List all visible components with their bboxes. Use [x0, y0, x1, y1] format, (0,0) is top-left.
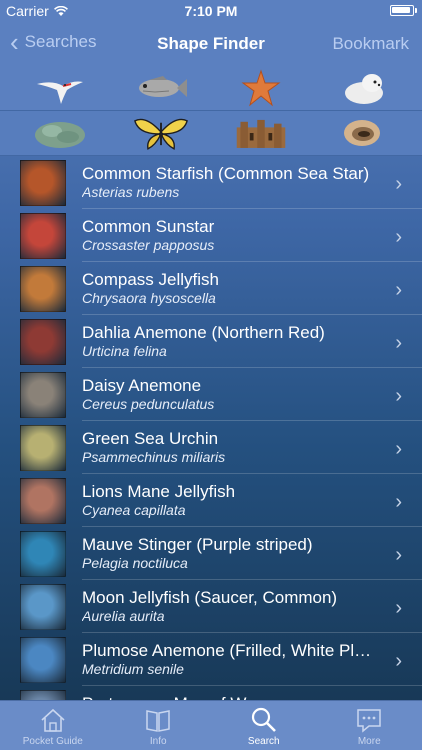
bookmark-button[interactable]: Bookmark	[332, 34, 409, 54]
species-thumbnail	[20, 265, 66, 312]
species-common-name: Common Sunstar	[82, 217, 215, 236]
tab-info[interactable]: Info	[106, 701, 212, 750]
navigation-bar: ‹ Searches Shape Finder Bookmark	[0, 22, 422, 66]
species-thumbnail	[20, 636, 66, 683]
list-item[interactable]: Common Sunstar Crossaster papposus ›	[0, 209, 422, 262]
list-item[interactable]: Lions Mane Jellyfish Cyanea capillata ›	[0, 474, 422, 527]
list-item-texts: Moon Jellyfish (Saucer, Common) Aurelia a…	[82, 588, 380, 625]
tab-bar: Pocket Guide Info Search More	[0, 700, 422, 750]
fish-shape-icon[interactable]	[133, 69, 189, 107]
list-item-texts: Common Sunstar Crossaster papposus	[82, 217, 380, 254]
species-common-name: Daisy Anemone	[82, 376, 202, 395]
tab-search[interactable]: Search	[211, 701, 317, 750]
list-item-texts: Common Starfish (Common Sea Star) Asteria…	[82, 164, 380, 201]
seaweed-shape-icon[interactable]	[32, 114, 88, 152]
seal-shape-icon[interactable]	[334, 69, 390, 107]
list-item[interactable]: Plumose Anemone (Frilled, White Pl… Metri…	[0, 633, 422, 686]
species-thumbnail	[20, 212, 66, 259]
list-item-texts: Compass Jellyfish Chrysaora hysoscella	[82, 270, 380, 307]
species-list: Common Starfish (Common Sea Star) Asteria…	[0, 156, 422, 700]
species-common-name: Common Starfish (Common Sea Star)	[82, 164, 370, 183]
list-item[interactable]: Dahlia Anemone (Northern Red) Urticina fe…	[0, 315, 422, 368]
list-item[interactable]: Daisy Anemone Cereus pedunculatus ›	[0, 368, 422, 421]
species-thumbnail	[20, 424, 66, 471]
tab-more[interactable]: More	[317, 701, 422, 750]
list-item-texts: Green Sea Urchin Psammechinus miliaris	[82, 429, 380, 466]
back-label: Searches	[24, 32, 97, 51]
species-common-name: Mauve Stinger (Purple striped)	[82, 535, 313, 554]
list-item[interactable]: Common Starfish (Common Sea Star) Asteria…	[0, 156, 422, 209]
species-common-name: Dahlia Anemone (Northern Red)	[82, 323, 325, 342]
home-icon	[41, 708, 65, 732]
species-latin-name: Pelagia noctiluca	[82, 555, 188, 571]
species-common-name: Compass Jellyfish	[82, 270, 219, 289]
list-item[interactable]: Moon Jellyfish (Saucer, Common) Aurelia a…	[0, 580, 422, 633]
species-thumbnail	[20, 530, 66, 577]
species-latin-name: Chrysaora hysoscella	[82, 290, 216, 306]
species-latin-name: Cereus pedunculatus	[82, 396, 215, 412]
building-shape-icon[interactable]	[233, 114, 289, 152]
status-time: 7:10 PM	[184, 3, 238, 19]
chevron-right-icon: ›	[395, 491, 402, 513]
list-item[interactable]: Compass Jellyfish Chrysaora hysoscella ›	[0, 262, 422, 315]
species-thumbnail	[20, 371, 66, 418]
species-latin-name: Metridium senile	[82, 661, 184, 677]
list-item-texts: Mauve Stinger (Purple striped) Pelagia no…	[82, 535, 380, 572]
list-item-texts: Plumose Anemone (Frilled, White Pl… Metri…	[82, 641, 380, 678]
list-item-texts: Lions Mane Jellyfish Cyanea capillata	[82, 482, 380, 519]
tab-label: Pocket Guide	[22, 736, 83, 747]
species-common-name: Lions Mane Jellyfish	[82, 482, 236, 501]
shape-filter-row-1	[0, 66, 422, 110]
tab-label: More	[357, 736, 381, 747]
battery-icon	[390, 5, 417, 16]
species-thumbnail	[20, 689, 66, 700]
bird-shape-icon[interactable]	[32, 69, 88, 107]
starfish-shape-icon[interactable]	[233, 69, 289, 107]
species-latin-name: Psammechinus miliaris	[82, 449, 226, 465]
species-thumbnail	[20, 318, 66, 365]
book-icon	[146, 710, 170, 732]
chevron-right-icon: ›	[395, 438, 402, 460]
tab-pocket-guide[interactable]: Pocket Guide	[0, 701, 106, 750]
chevron-right-icon: ›	[395, 332, 402, 354]
species-common-name: Green Sea Urchin	[82, 429, 219, 448]
butterfly-shape-icon[interactable]	[133, 114, 189, 152]
more-icon	[357, 709, 381, 733]
species-latin-name: Asterias rubens	[82, 184, 180, 200]
list-item-texts: Dahlia Anemone (Northern Red) Urticina fe…	[82, 323, 380, 360]
species-thumbnail	[20, 583, 66, 630]
species-thumbnail	[20, 477, 66, 524]
chevron-right-icon: ›	[395, 279, 402, 301]
status-bar: Carrier 7:10 PM	[0, 0, 422, 22]
search-icon	[251, 707, 276, 732]
shape-filter-row-2	[0, 111, 422, 155]
species-common-name: Moon Jellyfish (Saucer, Common)	[82, 588, 338, 607]
species-latin-name: Aurelia aurita	[82, 608, 165, 624]
chevron-right-icon: ›	[395, 226, 402, 248]
chevron-right-icon: ›	[395, 544, 402, 566]
list-item[interactable]: Portuguese Man of WarPhysalia physalis›	[0, 686, 422, 700]
chevron-right-icon: ›	[395, 173, 402, 195]
chevron-left-icon: ‹	[10, 27, 19, 57]
back-button[interactable]: ‹ Searches	[10, 27, 97, 57]
species-latin-name: Urticina felina	[82, 343, 167, 359]
tab-label: Search	[247, 736, 280, 747]
species-latin-name: Cyanea capillata	[82, 502, 186, 518]
chevron-right-icon: ›	[395, 597, 402, 619]
tab-label: Info	[149, 736, 167, 747]
chevron-right-icon: ›	[395, 650, 402, 672]
list-item[interactable]: Mauve Stinger (Purple striped) Pelagia no…	[0, 527, 422, 580]
shell-shape-icon[interactable]	[334, 114, 390, 152]
chevron-right-icon: ›	[395, 385, 402, 407]
species-common-name: Plumose Anemone (Frilled, White Pl…	[82, 641, 372, 660]
list-item[interactable]: Green Sea Urchin Psammechinus miliaris ›	[0, 421, 422, 474]
list-item-texts: Daisy Anemone Cereus pedunculatus	[82, 376, 380, 413]
species-thumbnail	[20, 159, 66, 206]
species-latin-name: Crossaster papposus	[82, 237, 215, 253]
